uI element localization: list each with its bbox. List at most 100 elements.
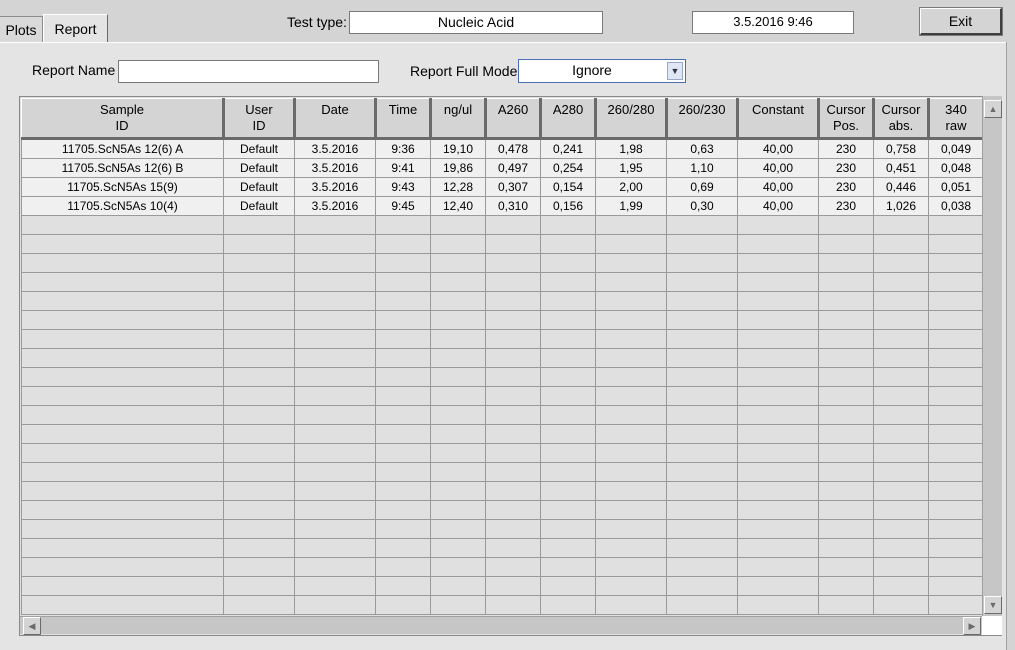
- table-cell[interactable]: [430, 272, 486, 292]
- table-cell[interactable]: [928, 462, 984, 482]
- table-cell[interactable]: [375, 310, 431, 330]
- table-cell[interactable]: Default: [223, 177, 295, 197]
- table-cell[interactable]: [666, 310, 738, 330]
- table-cell[interactable]: [21, 576, 224, 596]
- table-cell[interactable]: [928, 576, 984, 596]
- table-cell[interactable]: Default: [223, 196, 295, 216]
- table-row[interactable]: 11705.ScN5As 10(4) Default 3.5.2016 9:45 12,…: [21, 196, 984, 216]
- table-cell[interactable]: 1,99: [595, 196, 667, 216]
- table-cell[interactable]: [928, 253, 984, 273]
- empty-row[interactable]: [21, 500, 984, 520]
- scroll-left-icon[interactable]: ◀: [23, 617, 41, 635]
- table-cell[interactable]: [666, 253, 738, 273]
- table-cell[interactable]: 0,310: [485, 196, 541, 216]
- table-cell[interactable]: [294, 291, 376, 311]
- table-cell[interactable]: [430, 557, 486, 577]
- table-cell[interactable]: [485, 386, 541, 406]
- table-cell[interactable]: [666, 405, 738, 425]
- table-cell[interactable]: [595, 519, 667, 539]
- table-cell[interactable]: [540, 405, 596, 425]
- table-cell[interactable]: [928, 310, 984, 330]
- column-header[interactable]: Time: [375, 98, 432, 140]
- table-cell[interactable]: [540, 367, 596, 387]
- table-cell[interactable]: [595, 310, 667, 330]
- table-cell[interactable]: 1,10: [666, 158, 738, 178]
- table-cell[interactable]: [737, 519, 819, 539]
- table-cell[interactable]: [666, 595, 738, 615]
- column-header[interactable]: 260/230: [666, 98, 739, 140]
- table-cell[interactable]: [928, 443, 984, 463]
- table-cell[interactable]: [540, 291, 596, 311]
- table-cell[interactable]: [294, 234, 376, 254]
- table-cell[interactable]: [485, 215, 541, 235]
- table-cell[interactable]: [294, 519, 376, 539]
- table-cell[interactable]: [666, 557, 738, 577]
- table-cell[interactable]: [294, 367, 376, 387]
- table-cell[interactable]: [928, 215, 984, 235]
- table-cell[interactable]: [223, 234, 295, 254]
- table-cell[interactable]: [485, 234, 541, 254]
- table-cell[interactable]: 230: [818, 138, 874, 159]
- table-cell[interactable]: [223, 538, 295, 558]
- table-cell[interactable]: [666, 215, 738, 235]
- empty-row[interactable]: [21, 443, 984, 463]
- table-cell[interactable]: 40,00: [737, 196, 819, 216]
- table-cell[interactable]: [430, 576, 486, 596]
- table-cell[interactable]: [818, 348, 874, 368]
- table-cell[interactable]: [375, 519, 431, 539]
- table-cell[interactable]: [666, 329, 738, 349]
- table-cell[interactable]: [540, 234, 596, 254]
- table-cell[interactable]: [294, 595, 376, 615]
- table-cell[interactable]: [223, 576, 295, 596]
- table-cell[interactable]: [928, 557, 984, 577]
- table-cell[interactable]: [928, 234, 984, 254]
- table-cell[interactable]: [818, 519, 874, 539]
- empty-row[interactable]: [21, 234, 984, 254]
- table-cell[interactable]: [873, 253, 929, 273]
- table-cell[interactable]: [294, 462, 376, 482]
- table-cell[interactable]: 0,038: [928, 196, 984, 216]
- table-cell[interactable]: [873, 481, 929, 501]
- table-cell[interactable]: [294, 329, 376, 349]
- table-cell[interactable]: [595, 424, 667, 444]
- table-cell[interactable]: [485, 481, 541, 501]
- table-cell[interactable]: [485, 538, 541, 558]
- table-cell[interactable]: [223, 519, 295, 539]
- table-cell[interactable]: [818, 367, 874, 387]
- empty-row[interactable]: [21, 310, 984, 330]
- table-cell[interactable]: [375, 272, 431, 292]
- table-cell[interactable]: [595, 234, 667, 254]
- report-full-mode-select[interactable]: Ignore ▼: [518, 59, 686, 83]
- table-cell[interactable]: [223, 291, 295, 311]
- table-cell[interactable]: [223, 310, 295, 330]
- table-cell[interactable]: [666, 386, 738, 406]
- empty-row[interactable]: [21, 557, 984, 577]
- table-cell[interactable]: [818, 576, 874, 596]
- table-cell[interactable]: [737, 386, 819, 406]
- table-cell[interactable]: [873, 234, 929, 254]
- table-cell[interactable]: [21, 424, 224, 444]
- table-cell[interactable]: [595, 481, 667, 501]
- empty-row[interactable]: [21, 291, 984, 311]
- table-cell[interactable]: [737, 329, 819, 349]
- table-cell[interactable]: 0,049: [928, 138, 984, 159]
- table-cell[interactable]: [375, 348, 431, 368]
- table-cell[interactable]: [595, 576, 667, 596]
- table-cell[interactable]: [873, 329, 929, 349]
- table-cell[interactable]: [430, 481, 486, 501]
- table-cell[interactable]: [485, 519, 541, 539]
- table-cell[interactable]: [873, 272, 929, 292]
- table-cell[interactable]: [485, 424, 541, 444]
- table-cell[interactable]: [223, 424, 295, 444]
- table-cell[interactable]: [430, 424, 486, 444]
- table-cell[interactable]: [294, 481, 376, 501]
- empty-row[interactable]: [21, 595, 984, 615]
- table-cell[interactable]: [928, 272, 984, 292]
- table-cell[interactable]: [21, 462, 224, 482]
- empty-row[interactable]: [21, 253, 984, 273]
- table-cell[interactable]: [818, 405, 874, 425]
- table-cell[interactable]: [223, 443, 295, 463]
- table-cell[interactable]: [21, 557, 224, 577]
- table-cell[interactable]: [294, 215, 376, 235]
- table-cell[interactable]: [430, 348, 486, 368]
